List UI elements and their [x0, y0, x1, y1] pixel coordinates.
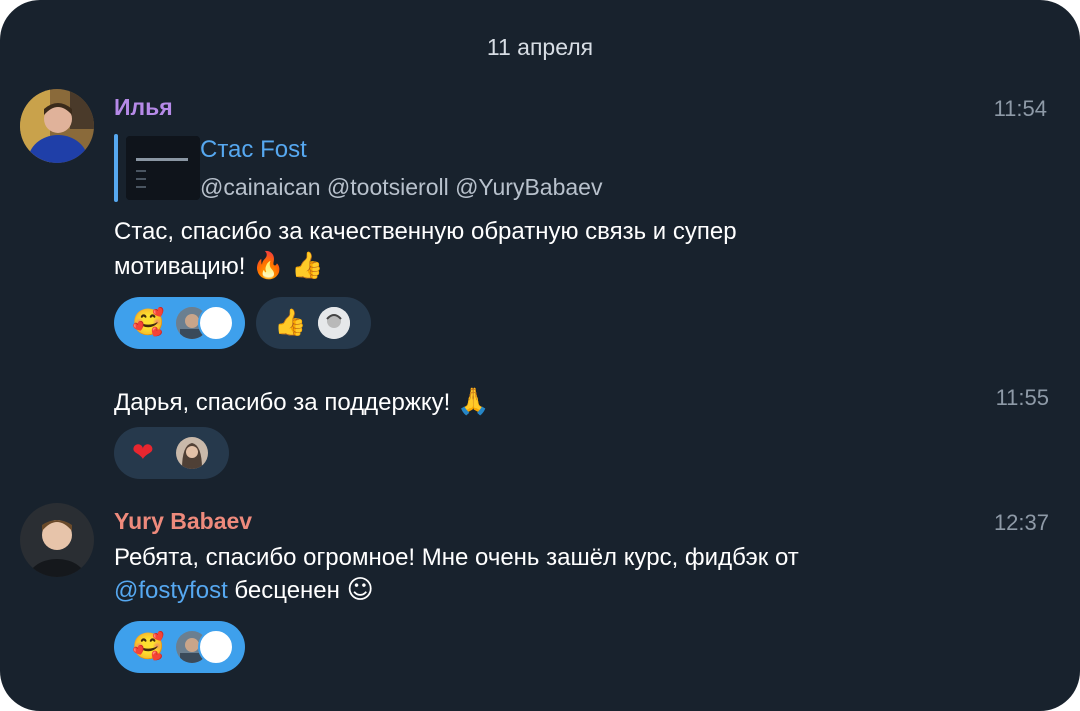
message-time: 11:54: [993, 96, 1047, 121]
message-text-line: мотивацию! 🔥 👍: [114, 248, 323, 285]
chat-panel: 11 апреля Илья 11:54 Стас Fost @cainaica…: [0, 0, 1080, 711]
reply-author: Стас Fost: [200, 136, 307, 163]
message-text-line: Стас, спасибо за качественную обратную с…: [114, 218, 737, 245]
reaction-smiling-hearts[interactable]: 🥰: [114, 297, 245, 349]
message-time: 12:37: [993, 510, 1049, 535]
reply-quote[interactable]: Стас Fost @cainaican @tootsieroll @YuryB…: [114, 134, 714, 202]
reply-thumbnail: [126, 136, 200, 200]
message-text-fragment: мотивацию!: [114, 253, 246, 280]
reactor-avatar: [198, 305, 234, 341]
message-text-line: @fostyfost бесценен ☺: [114, 572, 374, 609]
author-name[interactable]: Yury Babaev: [114, 508, 252, 535]
fire-emoji-icon: 🔥: [252, 251, 285, 281]
reactor-avatar: [176, 437, 208, 469]
reply-bar: [114, 134, 118, 202]
smiling-face-with-hearts-icon: 🥰: [132, 308, 165, 338]
reactor-avatar: [198, 629, 234, 665]
reaction-thumbs-up[interactable]: 👍: [256, 297, 371, 349]
reply-text: @cainaican @tootsieroll @YuryBabaev: [200, 174, 603, 200]
reaction-smiling-hearts[interactable]: 🥰: [114, 621, 245, 673]
message-text-line: Дарья, спасибо за поддержку! 🙏: [114, 384, 489, 421]
red-heart-icon: ❤: [132, 438, 154, 468]
avatar-yury-babaev[interactable]: [20, 503, 94, 577]
message-time: 11:55: [995, 385, 1049, 410]
avatar-ilya[interactable]: [20, 89, 94, 163]
reactor-avatar: [318, 307, 350, 339]
smiling-face-emoji-icon: ☺: [346, 575, 374, 605]
smiling-face-with-hearts-icon: 🥰: [132, 632, 165, 662]
message-text-fragment: Дарья, спасибо за поддержку!: [114, 389, 451, 416]
message-text-fragment: бесценен: [227, 577, 340, 604]
reaction-red-heart[interactable]: ❤: [114, 427, 229, 479]
date-separator: 11 апреля: [486, 34, 594, 60]
thumbs-up-icon: 👍: [274, 308, 307, 338]
thumbs-up-emoji-icon: 👍: [291, 251, 324, 281]
author-name[interactable]: Илья: [114, 94, 173, 121]
mention-link[interactable]: @fostyfost: [114, 577, 228, 604]
message-text-line: Ребята, спасибо огромное! Мне очень зашё…: [114, 544, 799, 571]
folded-hands-emoji-icon: 🙏: [457, 387, 490, 417]
